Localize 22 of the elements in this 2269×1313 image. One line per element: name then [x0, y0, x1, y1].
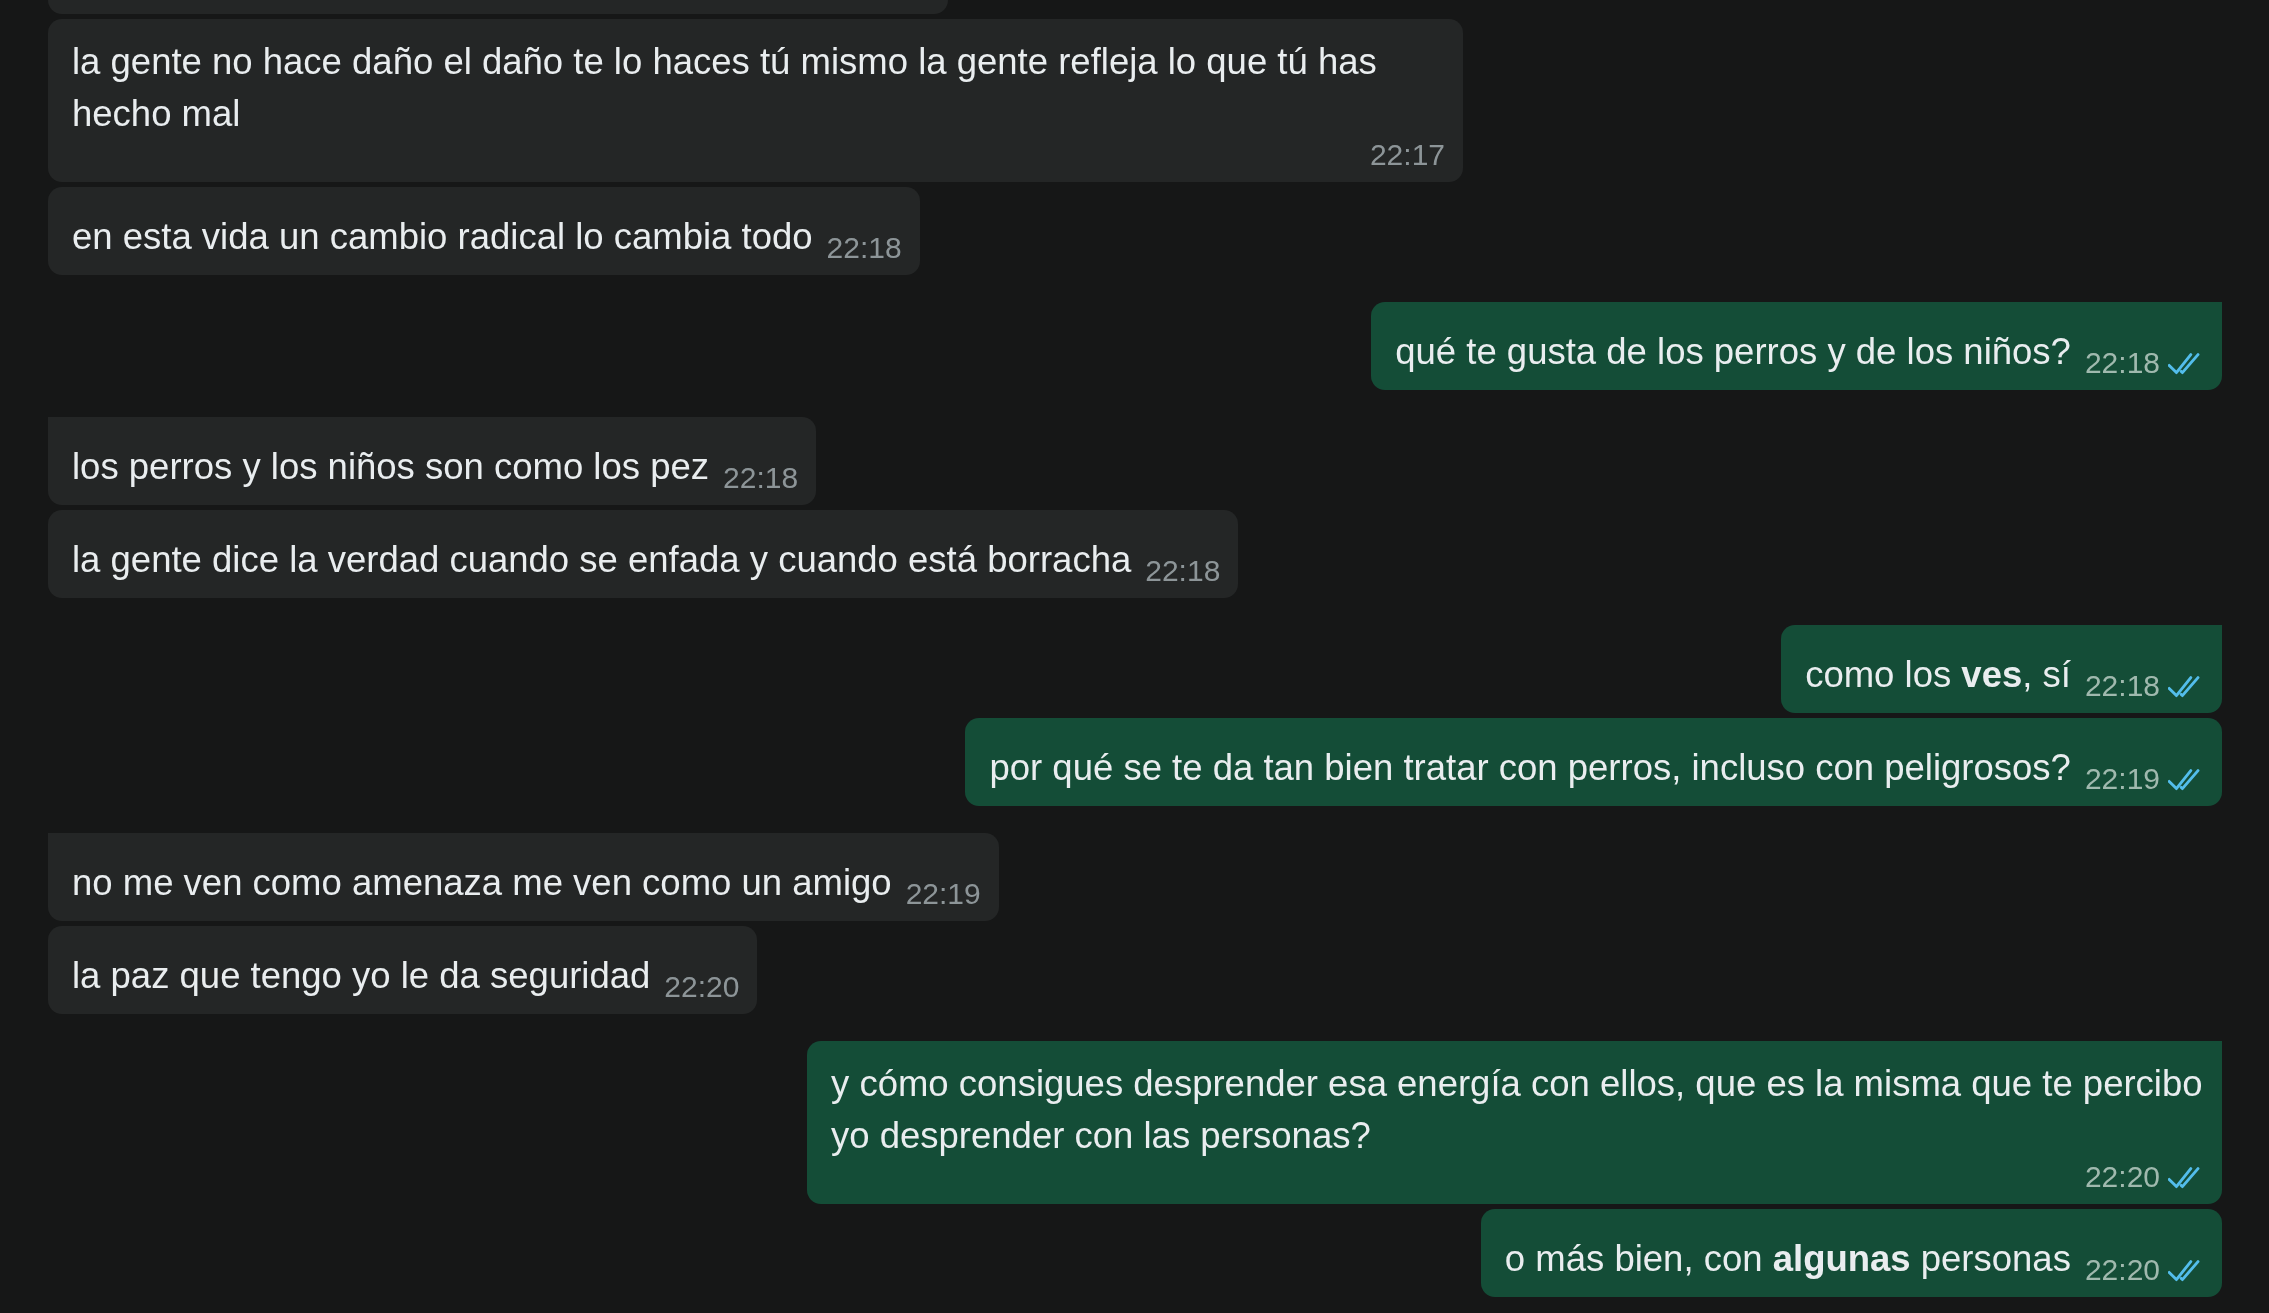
message-time: 22:20 — [2084, 1162, 2160, 1192]
message-text: por qué se te da tan bien tratar con perros, incluso con peligrosos? — [989, 746, 2071, 790]
message-text: la gente no hace daño el daño te lo haces tú mismo la gente refleja lo que tú has hecho mal — [72, 40, 1378, 136]
message-time: 22:18 — [826, 233, 902, 263]
message-text: la gente dice la verdad cuando se enfada y cuando está borracha — [72, 538, 1132, 582]
message-text: en esta vida un cambio radical lo cambia todo — [72, 215, 813, 259]
message-text: como los ves, sí — [1805, 653, 2071, 697]
message-time: 22:19 — [2084, 764, 2160, 794]
message-time: 22:20 — [2084, 1255, 2160, 1285]
message-time: 22:19 — [905, 879, 981, 909]
message-time: 22:18 — [1145, 556, 1221, 586]
message-text: y cómo consigues desprender esa energía con ellos, que es la misma que te percibo yo desprender con las personas? — [831, 1062, 2204, 1158]
message-time: 22:20 — [664, 972, 740, 1002]
message-text: qué te gusta de los perros y de los niños? — [1395, 330, 2071, 374]
message-text: o más bien, con algunas personas — [1504, 1237, 2071, 1281]
message-time: 22:18 — [2084, 348, 2160, 378]
message-time: 22:18 — [2084, 671, 2160, 701]
message-text: los perros y los niños son como los pez — [72, 445, 710, 489]
message-time: 22:18 — [723, 463, 799, 493]
message-time: 22:17 — [1369, 140, 1445, 170]
message-text: la paz que tengo yo le da seguridad — [72, 954, 651, 998]
message-text: no me ven como amenaza me ven como un amigo — [72, 861, 892, 905]
